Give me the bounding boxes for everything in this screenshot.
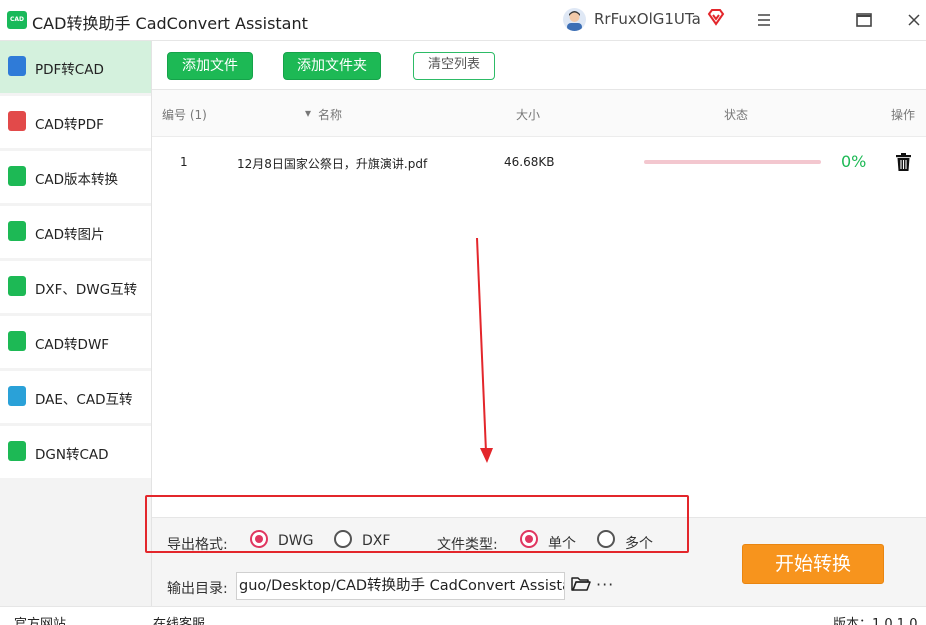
cad-version-icon <box>8 166 26 186</box>
user-avatar[interactable] <box>563 8 586 31</box>
sidebar-item-label: DGN转CAD <box>35 447 109 463</box>
hamburger-menu-icon[interactable] <box>753 9 775 31</box>
sidebar-item-label: CAD版本转换 <box>35 172 119 188</box>
sidebar-item-label: PDF转CAD <box>35 62 104 78</box>
sidebar-item-cad-version[interactable]: CAD版本转换 <box>0 151 151 205</box>
sidebar-item-label: DXF、DWG互转 <box>35 282 138 298</box>
type-multiple-label[interactable]: 多个 <box>625 533 653 553</box>
options-panel: 导出格式: DWG DXF 文件类型: 单个 多个 输出目录: guo/Desk… <box>152 517 926 607</box>
clear-list-button[interactable]: 清空列表 <box>413 52 495 80</box>
output-dir-label: 输出目录: <box>167 581 228 597</box>
maximize-icon[interactable] <box>853 9 875 31</box>
sidebar-item-label: CAD转DWF <box>35 337 110 353</box>
export-format-label: 导出格式: <box>167 537 228 553</box>
type-multiple-radio[interactable] <box>597 530 615 548</box>
format-dxf-label[interactable]: DXF <box>362 533 390 549</box>
column-size[interactable]: 大小 <box>516 106 540 123</box>
format-dwg-label[interactable]: DWG <box>278 533 313 549</box>
vip-diamond-icon[interactable] <box>707 8 725 30</box>
column-action: 操作 <box>891 108 916 122</box>
progress-percent: 0% <box>841 152 867 171</box>
dgn-to-cad-icon <box>8 441 26 461</box>
file-list-area <box>152 187 926 517</box>
close-icon[interactable] <box>903 9 925 31</box>
trash-icon[interactable] <box>894 152 913 176</box>
sidebar-item-pdf-to-cad[interactable]: PDF转CAD <box>0 41 151 95</box>
pdf-to-cad-icon <box>8 56 26 76</box>
cad-to-dwf-icon <box>8 331 26 351</box>
cad-to-image-icon <box>8 221 26 241</box>
row-index: 1 <box>180 155 188 169</box>
format-dxf-radio[interactable] <box>334 530 352 548</box>
app-title: CAD转换助手 CadConvert Assistant <box>32 14 308 33</box>
start-convert-button[interactable]: 开始转换 <box>742 544 884 584</box>
output-dir-field[interactable]: guo/Desktop/CAD转换助手 CadConvert Assistant <box>236 572 565 600</box>
table-row[interactable]: 1 12月8日国家公祭日，升旗演讲.pdf 46.68KB 0% <box>152 137 926 187</box>
table-header: 编号 (1) ▾ 名称 大小 状态 操作 <box>152 90 926 137</box>
add-folder-button[interactable]: 添加文件夹 <box>283 52 381 80</box>
sidebar-item-dxf-dwg[interactable]: DXF、DWG互转 <box>0 261 151 315</box>
column-name[interactable]: 名称 <box>318 106 342 123</box>
app-logo: CAD <box>7 11 27 29</box>
sidebar-item-label: CAD转PDF <box>35 117 104 133</box>
sidebar-item-dgn-to-cad[interactable]: DGN转CAD <box>0 426 151 480</box>
sort-down-icon[interactable]: ▾ <box>305 106 311 120</box>
sidebar: PDF转CAD CAD转PDF CAD版本转换 CAD转图片 DXF、DWG互转… <box>0 41 152 606</box>
sidebar-item-label: CAD转图片 <box>35 227 105 243</box>
sidebar-item-dae-cad[interactable]: DAE、CAD互转 <box>0 371 151 425</box>
support-link[interactable]: 在线客服 <box>153 613 205 625</box>
sidebar-item-label: DAE、CAD互转 <box>35 392 133 408</box>
dae-cad-icon <box>8 386 26 406</box>
format-dwg-radio[interactable] <box>250 530 268 548</box>
version-label: 版本：1.0.1.0 <box>833 617 918 625</box>
dxf-dwg-icon <box>8 276 26 296</box>
more-options-icon[interactable]: ··· <box>596 575 614 594</box>
title-bar: CAD CAD转换助手 CadConvert Assistant RrFuxOl… <box>0 0 926 41</box>
file-type-label: 文件类型: <box>437 537 498 553</box>
sidebar-item-cad-to-pdf[interactable]: CAD转PDF <box>0 96 151 150</box>
type-single-radio[interactable] <box>520 530 538 548</box>
type-single-label[interactable]: 单个 <box>548 533 576 553</box>
toolbar: 添加文件 添加文件夹 清空列表 <box>152 41 926 90</box>
sidebar-item-cad-to-image[interactable]: CAD转图片 <box>0 206 151 260</box>
folder-open-icon[interactable] <box>571 576 591 596</box>
row-file-name: 12月8日国家公祭日，升旗演讲.pdf <box>237 157 428 171</box>
add-file-button[interactable]: 添加文件 <box>167 52 253 80</box>
username[interactable]: RrFuxOlG1UTa <box>594 10 701 28</box>
column-status: 状态 <box>724 108 749 122</box>
progress-bar <box>644 160 821 164</box>
website-link[interactable]: 官方网站 <box>14 613 66 625</box>
footer: 官方网站 在线客服 版本：1.0.1.0 <box>0 606 926 625</box>
row-file-size: 46.68KB <box>504 155 555 169</box>
cad-to-pdf-icon <box>8 111 26 131</box>
column-index[interactable]: 编号 (1) <box>162 106 207 123</box>
sidebar-item-cad-to-dwf[interactable]: CAD转DWF <box>0 316 151 370</box>
